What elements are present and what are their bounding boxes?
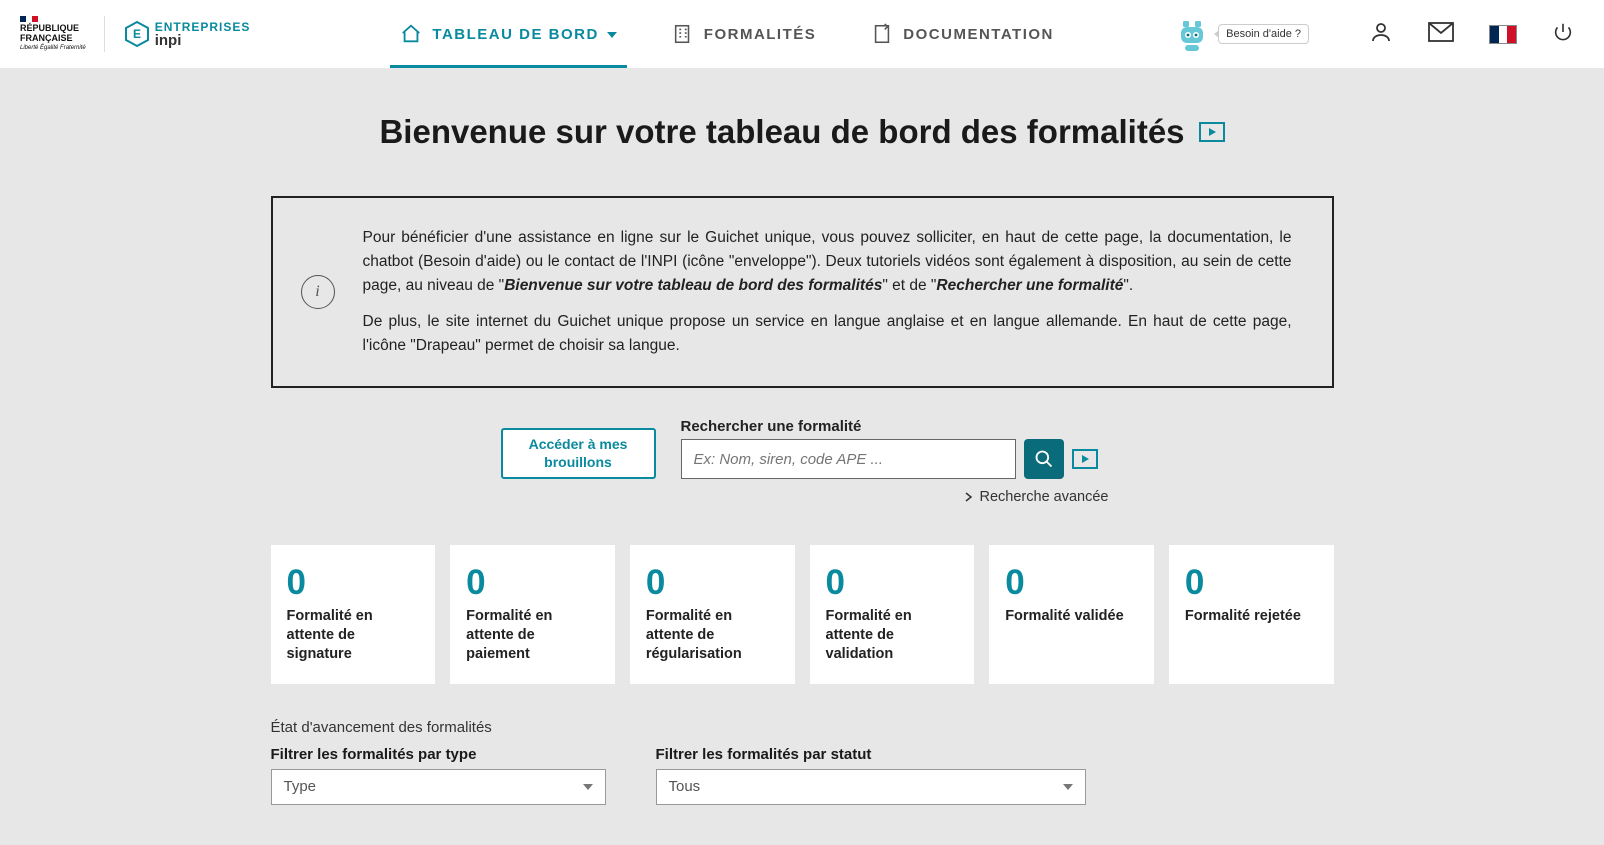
stat-value: 0 (1185, 563, 1318, 603)
info-p1b: " et de " (882, 277, 936, 294)
nav-formalities-label: FORMALITÉS (704, 26, 817, 43)
marianne-motto: Liberté Égalité Fraternité (20, 45, 86, 51)
divider (104, 16, 105, 52)
logo-block: RÉPUBLIQUE FRANÇAISE Liberté Égalité Fra… (20, 16, 250, 52)
svg-text:E: E (133, 27, 141, 41)
filter-type-label: Filtrer les formalités par type (271, 746, 606, 763)
power-icon[interactable] (1552, 21, 1574, 48)
info-icon: i (301, 275, 335, 309)
info-p2: De plus, le site internet du Guichet uni… (363, 310, 1292, 358)
stat-card-validation[interactable]: 0 Formalité en attente de validation (810, 545, 975, 684)
nav-documentation[interactable]: DOCUMENTATION (871, 0, 1054, 68)
stat-card-rejected[interactable]: 0 Formalité rejetée (1169, 545, 1334, 684)
chevron-down-icon (583, 784, 593, 790)
stat-label: Formalité en attente de validation (826, 607, 959, 664)
chevron-down-icon (1063, 784, 1073, 790)
video-tutorial-icon[interactable] (1199, 122, 1225, 142)
chevron-down-icon (607, 32, 617, 38)
nav-dashboard-label: TABLEAU DE BORD (432, 26, 598, 43)
page-title: Bienvenue sur votre tableau de bord des … (379, 113, 1184, 151)
search-input[interactable] (681, 439, 1016, 479)
filters-row: Filtrer les formalités par type Type Fil… (271, 746, 1334, 805)
video-tutorial-icon[interactable] (1072, 449, 1098, 469)
nav-dashboard[interactable]: TABLEAU DE BORD (400, 0, 616, 68)
stat-card-regularisation[interactable]: 0 Formalité en attente de régularisation (630, 545, 795, 684)
france-flag-icon (20, 16, 38, 22)
document-icon (871, 23, 893, 45)
page-title-row: Bienvenue sur votre tableau de bord des … (0, 113, 1604, 151)
stat-card-validated[interactable]: 0 Formalité validée (989, 545, 1154, 684)
search-icon (1034, 449, 1054, 469)
filter-type-select[interactable]: Type (271, 769, 606, 805)
nav-documentation-label: DOCUMENTATION (903, 26, 1054, 43)
inpi-bot: inpi (155, 33, 251, 48)
main-content: Bienvenue sur votre tableau de bord des … (0, 68, 1604, 845)
header-icons (1369, 20, 1574, 49)
language-flag-button[interactable] (1489, 25, 1517, 44)
inpi-logo: E ENTREPRISES inpi (123, 20, 251, 48)
stat-value: 0 (287, 563, 420, 603)
stat-label: Formalité en attente de signature (287, 607, 420, 664)
stat-label: Formalité en attente de paiement (466, 607, 599, 664)
stat-value: 0 (826, 563, 959, 603)
stat-card-signature[interactable]: 0 Formalité en attente de signature (271, 545, 436, 684)
stat-card-payment[interactable]: 0 Formalité en attente de paiement (450, 545, 615, 684)
info-text: Pour bénéficier d'une assistance en lign… (363, 226, 1292, 358)
info-box: i Pour bénéficier d'une assistance en li… (271, 196, 1334, 388)
chatbot-help-bubble: Besoin d'aide ? (1218, 24, 1309, 44)
progress-title: État d'avancement des formalités (271, 719, 1334, 736)
stat-label: Formalité rejetée (1185, 607, 1318, 626)
stat-value: 0 (466, 563, 599, 603)
filter-status-label: Filtrer les formalités par statut (656, 746, 1086, 763)
nav-formalities[interactable]: FORMALITÉS (672, 0, 817, 68)
user-icon[interactable] (1369, 20, 1393, 49)
search-button[interactable] (1024, 439, 1064, 479)
marianne-line2: FRANÇAISE (20, 34, 86, 43)
app-header: RÉPUBLIQUE FRANÇAISE Liberté Égalité Fra… (0, 0, 1604, 68)
progress-section: État d'avancement des formalités Filtrer… (271, 719, 1334, 805)
stat-value: 0 (646, 563, 779, 603)
filter-status-select[interactable]: Tous (656, 769, 1086, 805)
robot-icon (1171, 13, 1213, 55)
stat-label: Formalité validée (1005, 607, 1138, 626)
advanced-search-link[interactable]: Recherche avancée (271, 489, 1334, 505)
inpi-top: ENTREPRISES (155, 21, 251, 33)
building-icon (672, 23, 694, 45)
stat-value: 0 (1005, 563, 1138, 603)
home-icon (400, 23, 422, 45)
marianne-logo: RÉPUBLIQUE FRANÇAISE Liberté Égalité Fra… (20, 16, 86, 51)
info-em1: Bienvenue sur votre tableau de bord des … (504, 277, 882, 294)
info-em2: Rechercher une formalité (936, 277, 1123, 294)
search-label: Rechercher une formalité (681, 418, 1098, 435)
stat-label: Formalité en attente de régularisation (646, 607, 779, 664)
drafts-button[interactable]: Accéder à mes brouillons (501, 428, 656, 479)
info-p1c: ". (1123, 277, 1133, 294)
main-nav: TABLEAU DE BORD FORMALITÉS DOCUMENTATION (300, 0, 1141, 68)
mail-icon[interactable] (1428, 22, 1454, 47)
chevron-right-icon (964, 492, 974, 502)
stats-row: 0 Formalité en attente de signature 0 Fo… (271, 545, 1334, 684)
hexagon-icon: E (123, 20, 151, 48)
search-row: Accéder à mes brouillons Rechercher une … (271, 418, 1334, 479)
chatbot-button[interactable]: Besoin d'aide ? (1171, 13, 1309, 55)
advanced-search-label: Recherche avancée (980, 489, 1109, 505)
